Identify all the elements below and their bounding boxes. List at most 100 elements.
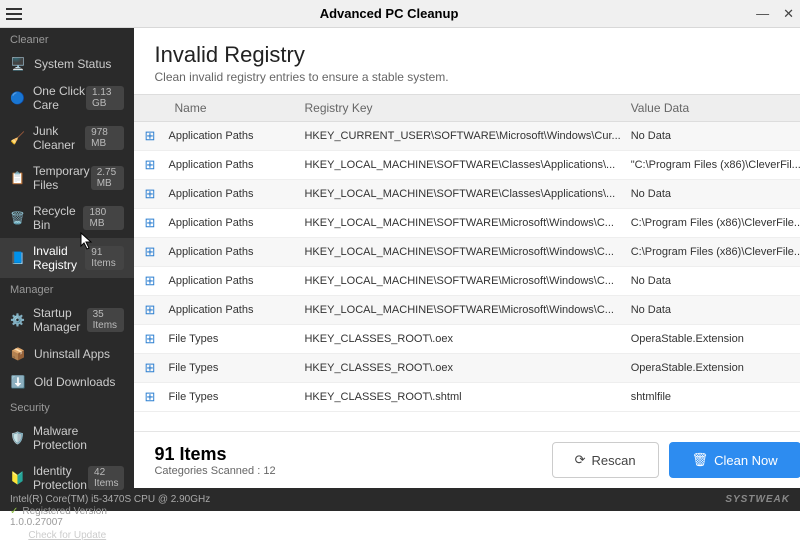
row-value: shtmlfile (631, 391, 800, 403)
section-manager: Manager (0, 278, 134, 300)
categories-scanned: Categories Scanned : 12 (154, 465, 275, 477)
close-button[interactable]: ✕ (783, 6, 794, 22)
section-cleaner: Cleaner (0, 28, 134, 50)
sidebar-item-temporary-files[interactable]: 📋Temporary Files2.75 MB (0, 158, 134, 198)
table-row[interactable]: ⊞File TypesHKEY_CLASSES_ROOT\.oexOperaSt… (134, 325, 800, 354)
table-row[interactable]: ⊞Application PathsHKEY_LOCAL_MACHINE\SOF… (134, 238, 800, 267)
row-key: HKEY_CURRENT_USER\SOFTWARE\Microsoft\Win… (304, 130, 630, 142)
monitor-icon: 🖥️ (10, 56, 26, 72)
rescan-button[interactable]: ⟳Rescan (552, 442, 659, 478)
row-name: Application Paths (168, 275, 304, 287)
registry-row-icon: ⊞ (144, 302, 168, 318)
row-key: HKEY_LOCAL_MACHINE\SOFTWARE\Microsoft\Wi… (304, 246, 630, 258)
page-subtitle: Clean invalid registry entries to ensure… (154, 70, 800, 84)
sidebar-item-startup-manager[interactable]: ⚙️Startup Manager35 Items (0, 300, 134, 340)
row-name: Application Paths (168, 130, 304, 142)
row-name: File Types (168, 333, 304, 345)
table-row[interactable]: ⊞File TypesHKEY_CLASSES_ROOT\.oexOperaSt… (134, 354, 800, 383)
recycle-icon: 🗑️ (10, 210, 25, 226)
sidebar-item-old-downloads[interactable]: ⬇️Old Downloads (0, 368, 134, 396)
table-row[interactable]: ⊞Application PathsHKEY_LOCAL_MACHINE\SOF… (134, 180, 800, 209)
row-name: Application Paths (168, 304, 304, 316)
bottom-bar: 91 Items Categories Scanned : 12 ⟳Rescan… (134, 431, 800, 488)
shield-icon: 🛡️ (10, 430, 25, 446)
row-value: OperaStable.Extension (631, 362, 800, 374)
check-update-link[interactable]: Check for Update (10, 530, 124, 541)
trash-icon: 🗑 (692, 452, 709, 468)
row-key: HKEY_CLASSES_ROOT\.shtml (304, 391, 630, 403)
row-value: C:\Program Files (x86)\CleverFile... (631, 217, 800, 229)
row-value: No Data (631, 188, 800, 200)
registry-row-icon: ⊞ (144, 273, 168, 289)
col-name: Name (144, 101, 304, 115)
check-icon: ✓ (10, 506, 18, 517)
registry-row-icon: ⊞ (144, 360, 168, 376)
junk-icon: 🧹 (10, 130, 25, 146)
row-value: C:\Program Files (x86)\CleverFile... (631, 246, 800, 258)
registry-table: Name Registry Key Value Data ⊞Applicatio… (134, 94, 800, 431)
clean-now-button[interactable]: 🗑Clean Now (669, 442, 800, 478)
row-key: HKEY_LOCAL_MACHINE\SOFTWARE\Classes\Appl… (304, 188, 630, 200)
care-icon: 🔵 (10, 90, 25, 106)
sidebar-item-junk-cleaner[interactable]: 🧹Junk Cleaner978 MB (0, 118, 134, 158)
sidebar-item-invalid-registry[interactable]: 📘Invalid Registry91 Items (0, 238, 134, 278)
registry-row-icon: ⊞ (144, 157, 168, 173)
sidebar: Cleaner 🖥️System Status 🔵One Click Care1… (0, 28, 134, 488)
refresh-icon: ⟳ (575, 452, 586, 468)
row-key: HKEY_CLASSES_ROOT\.oex (304, 333, 630, 345)
registry-row-icon: ⊞ (144, 128, 168, 144)
registry-row-icon: ⊞ (144, 215, 168, 231)
row-name: Application Paths (168, 188, 304, 200)
hamburger-icon[interactable] (6, 8, 22, 20)
startup-icon: ⚙️ (10, 312, 25, 328)
row-value: No Data (631, 275, 800, 287)
main-panel: Invalid Registry Clean invalid registry … (134, 28, 800, 488)
brand-label: SYSTWEAK (725, 494, 790, 505)
row-key: HKEY_LOCAL_MACHINE\SOFTWARE\Classes\Appl… (304, 159, 630, 171)
col-key: Registry Key (304, 101, 630, 115)
row-key: HKEY_LOCAL_MACHINE\SOFTWARE\Microsoft\Wi… (304, 304, 630, 316)
row-name: Application Paths (168, 159, 304, 171)
col-value: Value Data (631, 101, 800, 115)
titlebar: Advanced PC Cleanup — ✕ (0, 0, 800, 28)
table-header: Name Registry Key Value Data (134, 94, 800, 122)
table-row[interactable]: ⊞Application PathsHKEY_LOCAL_MACHINE\SOF… (134, 267, 800, 296)
sidebar-item-recycle-bin[interactable]: 🗑️Recycle Bin180 MB (0, 198, 134, 238)
row-key: HKEY_CLASSES_ROOT\.oex (304, 362, 630, 374)
table-row[interactable]: ⊞File TypesHKEY_CLASSES_ROOT\.shtmlshtml… (134, 383, 800, 412)
row-name: Application Paths (168, 246, 304, 258)
row-value: No Data (631, 130, 800, 142)
row-value: "C:\Program Files (x86)\CleverFil... (631, 159, 800, 171)
sidebar-item-system-status[interactable]: 🖥️System Status (0, 50, 134, 78)
sidebar-footer: ✓Registered Version 1.0.0.27007 Check fo… (0, 498, 134, 549)
registry-row-icon: ⊞ (144, 244, 168, 260)
table-row[interactable]: ⊞Application PathsHKEY_LOCAL_MACHINE\SOF… (134, 151, 800, 180)
section-security: Security (0, 396, 134, 418)
row-value: No Data (631, 304, 800, 316)
sidebar-item-uninstall-apps[interactable]: 📦Uninstall Apps (0, 340, 134, 368)
cpu-info: Intel(R) Core(TM) i5-3470S CPU @ 2.90GHz (10, 494, 210, 505)
registry-row-icon: ⊞ (144, 331, 168, 347)
row-value: OperaStable.Extension (631, 333, 800, 345)
table-row[interactable]: ⊞Application PathsHKEY_LOCAL_MACHINE\SOF… (134, 209, 800, 238)
sidebar-item-malware-protection[interactable]: 🛡️Malware Protection (0, 418, 134, 458)
sidebar-item-identity-protection[interactable]: 🔰Identity Protection42 Items (0, 458, 134, 498)
sidebar-item-one-click-care[interactable]: 🔵One Click Care1.13 GB (0, 78, 134, 118)
download-icon: ⬇️ (10, 374, 26, 390)
registry-row-icon: ⊞ (144, 389, 168, 405)
items-count: 91 Items (154, 444, 275, 465)
row-name: File Types (168, 391, 304, 403)
registry-row-icon: ⊞ (144, 186, 168, 202)
table-row[interactable]: ⊞Application PathsHKEY_LOCAL_MACHINE\SOF… (134, 296, 800, 325)
registry-icon: 📘 (10, 250, 25, 266)
table-row[interactable]: ⊞Application PathsHKEY_CURRENT_USER\SOFT… (134, 122, 800, 151)
app-title: Advanced PC Cleanup (320, 6, 459, 21)
row-name: File Types (168, 362, 304, 374)
row-name: Application Paths (168, 217, 304, 229)
uninstall-icon: 📦 (10, 346, 26, 362)
page-title: Invalid Registry (154, 42, 800, 68)
temp-icon: 📋 (10, 170, 25, 186)
identity-icon: 🔰 (10, 470, 25, 486)
row-key: HKEY_LOCAL_MACHINE\SOFTWARE\Microsoft\Wi… (304, 275, 630, 287)
minimize-button[interactable]: — (756, 6, 769, 22)
